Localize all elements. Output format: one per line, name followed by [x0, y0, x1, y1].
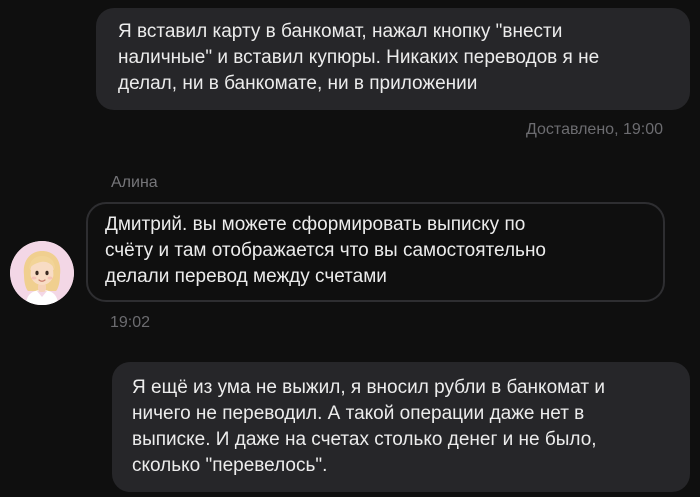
message-time: 19:02: [110, 314, 151, 331]
outgoing-message-bubble[interactable]: Я ещё из ума не выжил, я вносил рубли в …: [112, 362, 690, 492]
sender-name: Алина: [111, 174, 158, 191]
incoming-message-bubble[interactable]: Дмитрий. вы можете сформировать выписку …: [86, 202, 665, 302]
girl-avatar-icon: [10, 241, 74, 305]
outgoing-message-bubble[interactable]: Я вставил карту в банкомат, нажал кнопку…: [96, 8, 690, 110]
message-delivery-status: Доставлено, 19:00: [526, 121, 663, 138]
agent-avatar-icon[interactable]: [10, 241, 74, 305]
